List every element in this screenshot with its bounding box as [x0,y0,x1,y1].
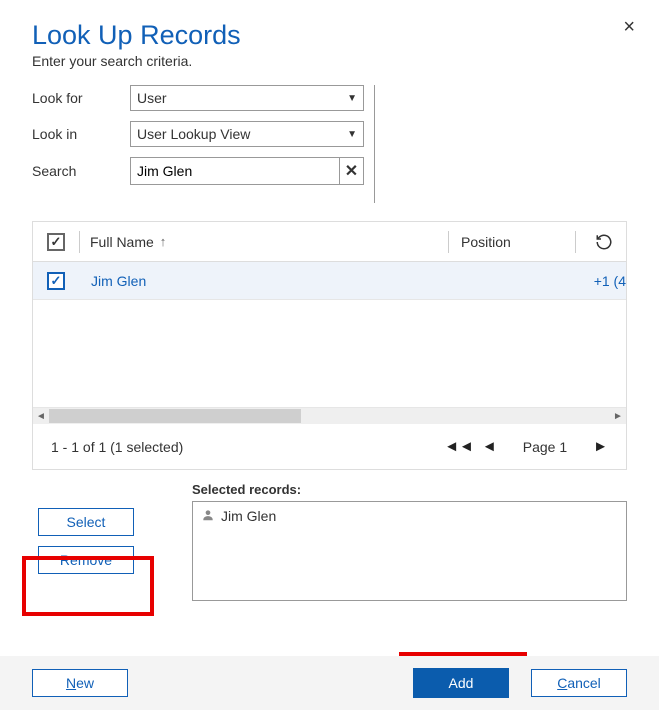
clear-search-icon[interactable]: ✕ [339,158,363,184]
lookin-label: Look in [32,126,130,142]
col-fullname[interactable]: Full Name [90,234,154,250]
lookfor-label: Look for [32,90,130,106]
lookin-value: User Lookup View [137,126,250,142]
row-phone: +1 (4 [566,273,626,289]
scroll-thumb[interactable] [49,409,301,423]
dialog-title: Look Up Records [32,20,627,51]
selected-list[interactable]: Jim Glen [192,501,627,601]
lookin-select[interactable]: User Lookup View ▼ [130,121,364,147]
next-page-icon[interactable]: ► [593,438,608,455]
remove-button[interactable]: Remove [38,546,134,574]
refresh-icon[interactable] [582,233,626,251]
horizontal-scrollbar[interactable]: ◄ ► [33,408,626,424]
dialog-subtitle: Enter your search criteria. [32,53,627,69]
lookfor-select[interactable]: User ▼ [130,85,364,111]
select-button[interactable]: Select [38,508,134,536]
select-all-checkbox[interactable] [47,233,65,251]
page-label: Page 1 [523,439,567,455]
table-row[interactable]: Jim Glen +1 (4 [33,262,626,300]
col-position[interactable]: Position [455,234,575,250]
prev-page-icon[interactable]: ◄ [482,438,497,455]
row-checkbox[interactable] [47,272,65,290]
search-input[interactable] [131,160,363,182]
caret-down-icon: ▼ [347,93,357,104]
add-button[interactable]: Add [413,668,509,698]
selected-item[interactable]: Jim Glen [221,508,276,524]
results-grid: Full Name ↑ Position Jim Glen +1 (4 ◄ ► [32,221,627,470]
person-icon [201,508,215,525]
scroll-right-icon[interactable]: ► [610,411,626,422]
caret-down-icon: ▼ [347,129,357,140]
selected-label: Selected records: [192,482,627,497]
search-label: Search [32,163,130,179]
lookfor-value: User [137,90,167,106]
row-fullname[interactable]: Jim Glen [79,273,566,289]
cancel-button[interactable]: Cancel [531,669,627,697]
grid-status: 1 - 1 of 1 (1 selected) [51,439,183,455]
scroll-left-icon[interactable]: ◄ [33,411,49,422]
first-page-icon[interactable]: ◄◄ [444,438,474,455]
sort-asc-icon: ↑ [160,234,167,249]
close-icon[interactable]: × [623,16,635,39]
new-button[interactable]: New [32,669,128,697]
